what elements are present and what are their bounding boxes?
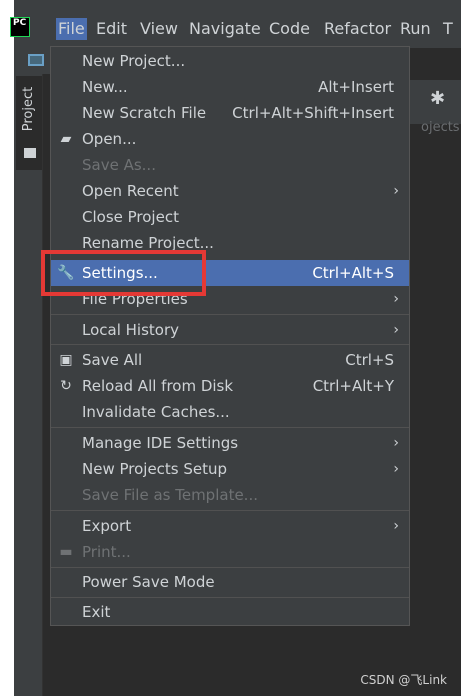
menu-item-new[interactable]: New... Alt+Insert (51, 74, 409, 100)
menu-item-label: Manage IDE Settings (82, 434, 239, 452)
menu-item-shortcut: Ctrl+S (345, 351, 394, 369)
menu-item-close-project[interactable]: Close Project (51, 204, 409, 230)
menu-item-new-project[interactable]: New Project... (51, 48, 409, 74)
menu-item-save-as-template: Save File as Template... (51, 482, 409, 508)
menu-item-save-all[interactable]: ▣ Save All Ctrl+S (51, 347, 409, 373)
menu-run[interactable]: Run (400, 18, 431, 40)
menu-file[interactable]: File (56, 18, 87, 40)
open-folder-icon: ▰ (60, 131, 72, 147)
menu-separator (51, 344, 409, 345)
menu-item-label: Print... (82, 543, 131, 561)
annotation-highlight-box (41, 250, 206, 296)
gear-icon[interactable]: ✱ (430, 88, 445, 109)
menu-item-open[interactable]: ▰ Open... (51, 126, 409, 152)
menu-item-label: New Scratch File (82, 104, 207, 122)
menu-item-label: Save All (82, 351, 143, 369)
menu-item-shortcut: Ctrl+Alt+S (312, 264, 394, 282)
watermark: CSDN @飞Link (360, 673, 447, 687)
menu-item-label: Save File as Template... (82, 486, 258, 504)
submenu-arrow-icon: › (393, 291, 399, 307)
menu-item-open-recent[interactable]: Open Recent › (51, 178, 409, 204)
menu-item-manage-ide-settings[interactable]: Manage IDE Settings › (51, 430, 409, 456)
menu-item-local-history[interactable]: Local History › (51, 317, 409, 343)
menu-item-label: Invalidate Caches... (82, 403, 230, 421)
save-icon: ▣ (59, 352, 73, 368)
submenu-arrow-icon: › (393, 183, 399, 199)
pycharm-logo: PC (10, 17, 30, 37)
menu-item-shortcut: Ctrl+Alt+Shift+Insert (232, 104, 394, 122)
menu-item-new-projects-setup[interactable]: New Projects Setup › (51, 456, 409, 482)
menu-navigate[interactable]: Navigate (189, 18, 261, 40)
menu-item-invalidate-caches[interactable]: Invalidate Caches... (51, 399, 409, 425)
menu-item-label: New Projects Setup (82, 460, 228, 478)
project-tab-label: Project (21, 86, 36, 132)
menu-separator (51, 510, 409, 511)
menu-item-new-scratch-file[interactable]: New Scratch File Ctrl+Alt+Shift+Insert (51, 100, 409, 126)
menu-item-label: Local History (82, 321, 180, 339)
submenu-arrow-icon: › (393, 435, 399, 451)
menu-item-label: New Project... (82, 52, 186, 70)
menu-view[interactable]: View (140, 18, 178, 40)
projects-label-fragment: ojects (421, 120, 460, 135)
menu-item-print: ▬ Print... (51, 539, 409, 565)
menu-edit[interactable]: Edit (96, 18, 127, 40)
menu-item-save-as: Save As... (51, 152, 409, 178)
menu-separator (51, 314, 409, 315)
submenu-arrow-icon: › (393, 518, 399, 534)
window-icon[interactable] (28, 54, 44, 66)
menu-item-label: Close Project (82, 208, 179, 226)
menu-item-shortcut: Alt+Insert (318, 78, 394, 96)
menu-tools-partial[interactable]: T (443, 18, 453, 40)
tab-project[interactable]: Project (16, 76, 42, 170)
reload-icon: ↻ (60, 378, 72, 394)
menu-separator (51, 427, 409, 428)
menu-item-power-save-mode[interactable]: Power Save Mode (51, 569, 409, 595)
menu-separator (51, 567, 409, 568)
file-menu-dropdown: New Project... New... Alt+Insert New Scr… (50, 46, 410, 626)
menu-item-label: Power Save Mode (82, 573, 215, 591)
menu-item-reload[interactable]: ↻ Reload All from Disk Ctrl+Alt+Y (51, 373, 409, 399)
menu-item-shortcut: Ctrl+Alt+Y (312, 377, 394, 395)
printer-icon: ▬ (59, 544, 73, 560)
menu-separator (51, 597, 409, 598)
submenu-arrow-icon: › (393, 461, 399, 477)
folder-icon (24, 148, 36, 158)
menu-item-exit[interactable]: Exit (51, 599, 409, 625)
menu-item-label: Save As... (82, 156, 156, 174)
menu-code[interactable]: Code (269, 18, 310, 40)
menu-item-label: New... (82, 78, 128, 96)
menu-item-label: Reload All from Disk (82, 377, 234, 395)
menu-item-export[interactable]: Export › (51, 513, 409, 539)
menu-item-label: Export (82, 517, 132, 535)
menu-item-label: Exit (82, 603, 111, 621)
submenu-arrow-icon: › (393, 322, 399, 338)
menu-item-label: Open Recent (82, 182, 179, 200)
menu-item-label: Open... (82, 130, 137, 148)
menu-refactor[interactable]: Refactor (324, 18, 391, 40)
